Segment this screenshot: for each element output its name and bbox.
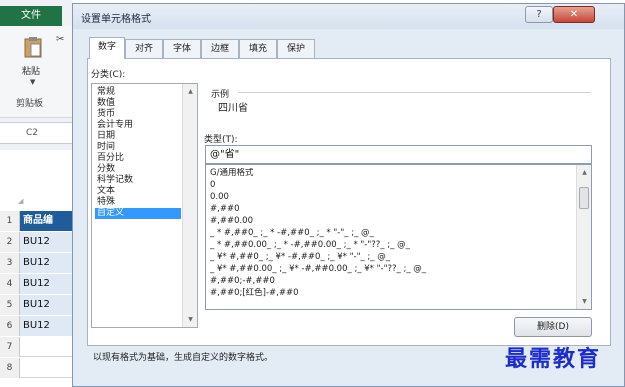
sheet-cell[interactable]: BU12	[20, 253, 72, 273]
format-item[interactable]: _ * #,##0_ ;_ * -#,##0_ ;_ * "-"_ ;_ @_	[210, 228, 570, 239]
format-item[interactable]: 0	[210, 180, 570, 191]
category-item[interactable]: 百分比	[95, 153, 181, 164]
category-scrollbar[interactable]: ▲ ▼	[182, 84, 197, 327]
sheet-row[interactable]: 7	[0, 337, 72, 357]
paste-label[interactable]: 粘贴	[22, 64, 40, 77]
cut-icon[interactable]: ✂	[56, 34, 64, 45]
tab-number[interactable]: 数字	[89, 37, 125, 59]
category-item[interactable]: 会计专用	[95, 120, 181, 131]
format-item[interactable]: 0.00	[210, 192, 570, 203]
sheet-row[interactable]: 4 BU12	[0, 274, 72, 294]
excel-window: 文件 ✂ 粘贴 ▼ 剪贴板 C2 ◢ 1 商品编 2 BU12 3 BU12 4…	[0, 0, 72, 387]
scroll-thumb[interactable]	[579, 187, 589, 209]
dialog-title: 设置单元格格式	[81, 14, 151, 25]
sample-value: 四川省	[218, 103, 248, 114]
sheet-cell[interactable]	[20, 358, 72, 378]
row-number[interactable]: 1	[0, 211, 20, 231]
worksheet-grid[interactable]: ◢ 1 商品编 2 BU12 3 BU12 4 BU12 5 BU12 6 BU…	[0, 150, 72, 387]
format-item[interactable]: G/通用格式	[210, 168, 570, 179]
format-item[interactable]: _ * #,##0.00_ ;_ * -#,##0.00_ ;_ * "-"??…	[210, 240, 570, 251]
sheet-row[interactable]: 2 BU12	[0, 232, 72, 252]
format-cells-dialog: 设置单元格格式 ? ✕ 数字 对齐 字体 边框 填充 保护 分类(C): 常规 …	[72, 3, 625, 387]
sheet-row[interactable]: 8	[0, 358, 72, 378]
row-number[interactable]: 4	[0, 274, 20, 294]
paste-dropdown-icon[interactable]: ▼	[30, 78, 35, 86]
row-number[interactable]: 8	[0, 358, 20, 378]
category-list[interactable]: 常规 数值 货币 会计专用 日期 时间 百分比 分数 科学记数 文本 特殊 自定…	[91, 83, 198, 328]
delete-button[interactable]: 删除(D)	[514, 317, 592, 337]
category-label: 分类(C):	[91, 70, 126, 80]
sheet-cell[interactable]: BU12	[20, 295, 72, 315]
sheet-cell[interactable]: 商品编	[20, 211, 72, 231]
dialog-titlebar[interactable]: 设置单元格格式 ? ✕	[73, 4, 624, 29]
category-item-selected[interactable]: 自定义	[95, 208, 181, 219]
sheet-cell[interactable]: BU12	[20, 232, 72, 252]
help-button[interactable]: ?	[525, 6, 553, 23]
category-item[interactable]: 日期	[95, 131, 181, 142]
category-item[interactable]: 特殊	[95, 197, 181, 208]
category-item[interactable]: 文本	[95, 186, 181, 197]
type-input[interactable]: @"省"	[205, 145, 592, 164]
format-item[interactable]: #,##0.00	[210, 216, 570, 227]
sheet-cell[interactable]: BU12	[20, 316, 72, 336]
hint-text: 以现有格式为基础，生成自定义的数字格式。	[93, 353, 274, 363]
scroll-down-icon[interactable]: ▼	[183, 312, 198, 327]
sheet-row[interactable]: 6 BU12	[0, 316, 72, 336]
sheet-row[interactable]: 5 BU12	[0, 295, 72, 315]
row-number[interactable]: 7	[0, 337, 20, 357]
format-item[interactable]: _ ¥* #,##0_ ;_ ¥* -#,##0_ ;_ ¥* "-"_ ;_ …	[210, 252, 570, 263]
tab-border[interactable]: 边框	[201, 39, 239, 58]
sheet-row[interactable]: 1 商品编	[0, 211, 72, 231]
sample-divider	[238, 92, 591, 93]
format-list[interactable]: G/通用格式 0 0.00 #,##0 #,##0.00 _ * #,##0_ …	[205, 164, 592, 310]
format-scrollbar[interactable]: ▲ ▼	[576, 165, 591, 309]
paste-icon[interactable]	[24, 36, 42, 58]
scroll-up-icon[interactable]: ▲	[183, 84, 198, 99]
category-item[interactable]: 数值	[95, 98, 181, 109]
watermark-logo: 最需教育	[505, 346, 602, 372]
category-item[interactable]: 科学记数	[95, 175, 181, 186]
clipboard-group-label: 剪贴板	[16, 99, 44, 109]
category-item[interactable]: 分数	[95, 164, 181, 175]
format-item[interactable]: _ ¥* #,##0.00_ ;_ ¥* -#,##0.00_ ;_ ¥* "-…	[210, 264, 570, 275]
tab-protection[interactable]: 保护	[277, 39, 315, 58]
close-button[interactable]: ✕	[553, 6, 595, 23]
sheet-row[interactable]: 3 BU12	[0, 253, 72, 273]
sheet-cell[interactable]: BU12	[20, 274, 72, 294]
category-item[interactable]: 时间	[95, 142, 181, 153]
row-number[interactable]: 2	[0, 232, 20, 252]
format-item[interactable]: #,##0;[红色]-#,##0	[210, 288, 570, 299]
category-item[interactable]: 货币	[95, 109, 181, 120]
number-tab-panel: 分类(C): 常规 数值 货币 会计专用 日期 时间 百分比 分数 科学记数 文…	[87, 58, 611, 346]
category-item[interactable]: 常规	[95, 87, 181, 98]
tab-fill[interactable]: 填充	[239, 39, 277, 58]
row-number[interactable]: 3	[0, 253, 20, 273]
name-box[interactable]: C2	[0, 122, 72, 144]
tab-alignment[interactable]: 对齐	[125, 39, 163, 58]
type-label: 类型(T):	[204, 135, 238, 145]
format-item[interactable]: #,##0	[210, 204, 570, 215]
sheet-cell[interactable]	[20, 337, 72, 357]
format-item[interactable]: #,##0;-#,##0	[210, 276, 570, 287]
file-tab[interactable]: 文件	[0, 6, 62, 26]
scroll-up-icon[interactable]: ▲	[577, 165, 591, 180]
scroll-down-icon[interactable]: ▼	[577, 294, 591, 309]
tab-font[interactable]: 字体	[163, 39, 201, 58]
select-all-corner-icon[interactable]: ◢	[18, 197, 23, 205]
row-number[interactable]: 6	[0, 316, 20, 336]
row-number[interactable]: 5	[0, 295, 20, 315]
